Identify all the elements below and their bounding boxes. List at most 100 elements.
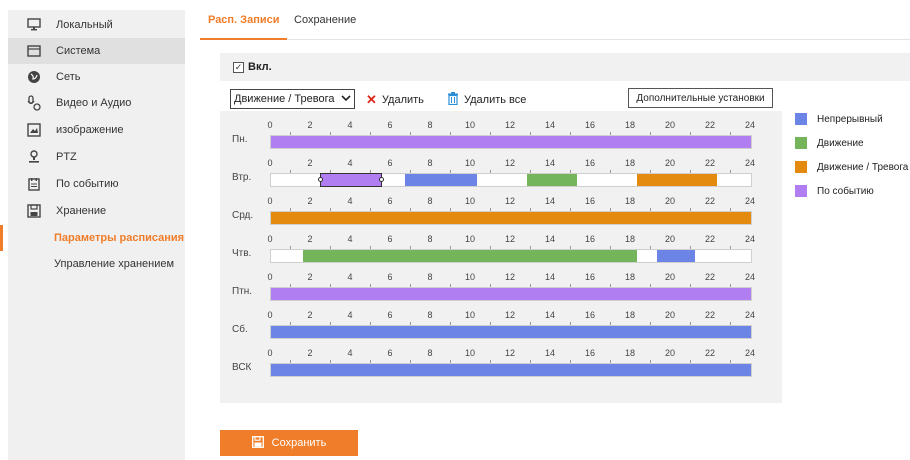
hour-tick-label: 10 (464, 158, 476, 168)
hour-tick-label: 20 (664, 234, 676, 244)
legend-item: Движение (795, 136, 910, 150)
schedule-segment[interactable] (271, 326, 751, 338)
record-type-select[interactable]: Движение / Тревога (230, 89, 355, 109)
enable-row (220, 53, 910, 81)
hour-tick-label: 24 (744, 196, 756, 206)
hour-tick-label: 10 (464, 348, 476, 358)
monitor-icon (26, 17, 42, 33)
hour-tick-label: 6 (387, 348, 393, 358)
chevron-down-icon (341, 93, 351, 106)
legend-label: Непрерывный (817, 113, 883, 125)
schedule-segment[interactable] (303, 250, 637, 262)
sidebar-subitem-schedule-params[interactable]: Параметры расписания (0, 225, 185, 251)
schedule-segment[interactable] (637, 174, 717, 186)
delete-button[interactable]: ✕ Удалить (366, 92, 424, 108)
tab-saving[interactable]: Сохранение (294, 8, 356, 40)
hour-tick-label: 0 (267, 310, 273, 320)
hour-tick-label: 20 (664, 196, 676, 206)
hour-tick-label: 8 (427, 234, 433, 244)
tab-record-schedule[interactable]: Расп. Записи (200, 8, 288, 40)
schedule-segment[interactable] (318, 173, 384, 187)
hour-tick-label: 8 (427, 348, 433, 358)
hour-tick-label: 8 (427, 158, 433, 168)
hour-scale: 0 2 4 6 8 10 12 14 16 18 20 22 24 (267, 343, 755, 363)
sidebar-item-network[interactable]: Сеть (8, 64, 185, 90)
sidebar-item-label: По событию (56, 178, 119, 190)
hour-tick-label: 16 (584, 196, 596, 206)
hour-tick-label: 2 (307, 310, 313, 320)
schedule-segment[interactable] (527, 174, 577, 186)
hour-tick-label: 20 (664, 310, 676, 320)
sidebar-item-system[interactable]: Система (8, 38, 185, 64)
active-indicator (0, 225, 3, 251)
sidebar-item-local[interactable]: Локальный (8, 12, 185, 38)
globe-icon (26, 69, 42, 85)
schedule-segment[interactable] (271, 136, 751, 148)
enable-checkbox[interactable]: ✓ (233, 61, 244, 73)
day-timeline-bar[interactable] (270, 211, 752, 225)
day-timeline-bar[interactable] (270, 287, 752, 301)
enable-checkbox-group[interactable]: ✓ Вкл. (233, 61, 272, 73)
hour-tick-label: 24 (744, 158, 756, 168)
hour-tick-label: 16 (584, 272, 596, 282)
legend-label: Движение (817, 137, 864, 149)
legend-item: Движение / Тревога (795, 160, 910, 174)
hour-tick-label: 22 (704, 272, 716, 282)
day-timeline-bar[interactable] (270, 249, 752, 263)
sidebar-item-storage[interactable]: Хранение (8, 198, 185, 224)
schedule-segment[interactable] (271, 288, 751, 300)
sidebar-item-image[interactable]: изображение (8, 117, 185, 143)
delete-all-button[interactable]: Удалить все (447, 92, 526, 108)
sidebar-item-video-audio[interactable]: Видео и Аудио (8, 90, 185, 116)
day-label: Втр. (232, 172, 252, 183)
hour-tick-label: 6 (387, 196, 393, 206)
save-label: Сохранить (271, 437, 327, 449)
hour-tick-label: 2 (307, 158, 313, 168)
hour-tick-label: 12 (504, 348, 516, 358)
hour-tick-label: 18 (624, 272, 636, 282)
sidebar: Локальный Система Сеть Видео и Аудио изо… (0, 10, 185, 460)
hour-scale: 0 2 4 6 8 10 12 14 16 18 20 22 24 (267, 115, 755, 135)
hour-tick-label: 24 (744, 348, 756, 358)
delete-label: Удалить (381, 94, 424, 106)
legend-swatch (795, 185, 807, 197)
day-label: Срд. (232, 210, 254, 221)
hour-tick-label: 20 (664, 272, 676, 282)
sidebar-subitem-storage-management[interactable]: Управление хранением (8, 251, 185, 277)
segment-end-handle[interactable] (379, 177, 384, 182)
sidebar-item-ptz[interactable]: PTZ (8, 144, 185, 170)
hour-tick-label: 20 (664, 158, 676, 168)
hour-tick-label: 22 (704, 310, 716, 320)
advanced-settings-button[interactable]: Дополнительные установки (628, 88, 773, 108)
tab-bar: Расп. Записи Сохранение (200, 8, 910, 40)
sidebar-item-event[interactable]: По событию (8, 171, 185, 197)
hour-tick-label: 8 (427, 120, 433, 130)
hour-tick-label: 12 (504, 234, 516, 244)
schedule-segment[interactable] (657, 250, 695, 262)
hour-tick-label: 24 (744, 234, 756, 244)
sidebar-item-label: PTZ (56, 151, 77, 163)
segment-start-handle[interactable] (318, 177, 323, 182)
schedule-segment[interactable] (405, 174, 477, 186)
day-timeline-bar[interactable] (270, 135, 752, 149)
hour-tick-label: 14 (544, 272, 556, 282)
hour-tick-label: 18 (624, 196, 636, 206)
schedule-segment[interactable] (271, 364, 751, 376)
hour-tick-label: 8 (427, 196, 433, 206)
hour-tick-label: 22 (704, 348, 716, 358)
schedule-panel: ✓ Вкл. Движение / Тревога ✕ Удалить Удал… (220, 53, 910, 408)
hour-tick-label: 0 (267, 234, 273, 244)
day-timeline-bar[interactable] (270, 325, 752, 339)
hour-tick-label: 2 (307, 120, 313, 130)
hour-tick-label: 14 (544, 234, 556, 244)
hour-tick-label: 6 (387, 310, 393, 320)
save-button[interactable]: Сохранить (220, 430, 358, 456)
legend-item: По событию (795, 184, 910, 198)
schedule-segment[interactable] (271, 212, 751, 224)
hour-tick-label: 16 (584, 348, 596, 358)
hour-tick-label: 24 (744, 120, 756, 130)
hour-tick-label: 24 (744, 272, 756, 282)
sidebar-item-label: Локальный (56, 19, 113, 31)
day-timeline-bar[interactable] (270, 173, 752, 187)
day-timeline-bar[interactable] (270, 363, 752, 377)
